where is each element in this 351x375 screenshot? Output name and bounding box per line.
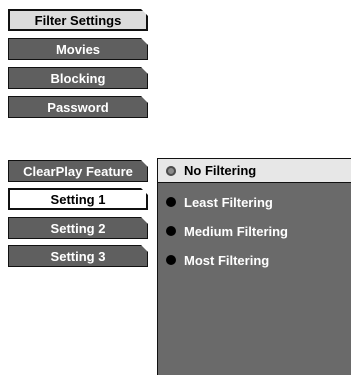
- option-least-filtering[interactable]: Least Filtering: [158, 190, 351, 214]
- setting-1-label: Setting 1: [50, 191, 106, 207]
- option-medium-filtering[interactable]: Medium Filtering: [158, 219, 351, 243]
- menu-item-movies[interactable]: Movies: [8, 38, 148, 60]
- option-no-filtering[interactable]: No Filtering: [158, 159, 351, 183]
- radio-bullet-icon: [166, 255, 176, 265]
- option-most-filtering[interactable]: Most Filtering: [158, 248, 351, 272]
- filter-settings-screen: Filter Settings Movies Blocking Password…: [0, 0, 351, 375]
- setting-1-button[interactable]: Setting 1: [8, 188, 148, 210]
- setting-3-button[interactable]: Setting 3: [8, 245, 148, 267]
- menu-item-filter-settings[interactable]: Filter Settings: [8, 9, 148, 31]
- setting-2-button[interactable]: Setting 2: [8, 217, 148, 239]
- option-least-filtering-label: Least Filtering: [184, 194, 273, 210]
- option-no-filtering-label: No Filtering: [184, 163, 257, 178]
- menu-item-blocking-label: Blocking: [50, 70, 106, 86]
- setting-2-label: Setting 2: [50, 220, 106, 236]
- option-most-filtering-label: Most Filtering: [184, 252, 270, 268]
- filter-options-panel: No Filtering Least Filtering Medium Filt…: [157, 158, 351, 375]
- clearplay-feature-label: ClearPlay Feature: [23, 163, 133, 179]
- menu-item-password[interactable]: Password: [8, 96, 148, 118]
- menu-item-movies-label: Movies: [55, 41, 101, 57]
- menu-item-blocking[interactable]: Blocking: [8, 67, 148, 89]
- radio-bullet-icon: [166, 197, 176, 207]
- menu-item-password-label: Password: [47, 99, 109, 115]
- radio-bullet-icon: [166, 226, 176, 236]
- option-medium-filtering-label: Medium Filtering: [184, 223, 288, 239]
- menu-item-filter-settings-label: Filter Settings: [34, 12, 122, 28]
- setting-3-label: Setting 3: [50, 248, 106, 264]
- clearplay-feature-header: ClearPlay Feature: [8, 160, 148, 182]
- radio-selected-icon: [166, 165, 176, 176]
